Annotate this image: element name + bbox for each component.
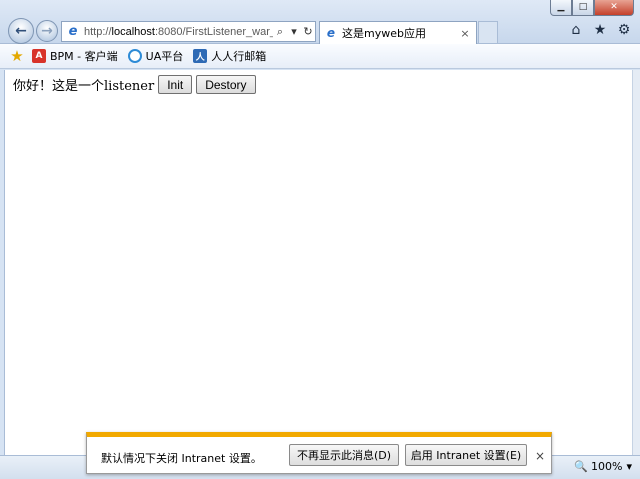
url-path: :8080/FirstListener_war_ex	[154, 25, 273, 38]
settings-gear-icon[interactable]: ⚙	[616, 22, 632, 38]
intranet-notification-bar: 默认情况下关闭 Intranet 设置。 不再显示此消息(D) 启用 Intra…	[86, 432, 552, 474]
listener-controls: 你好！这是一个listener Init Destory	[13, 75, 260, 94]
forward-button[interactable]: →	[36, 20, 58, 42]
tab-title: 这是myweb应用	[342, 27, 426, 40]
ie-favicon-icon: e	[68, 24, 78, 39]
browser-toolbar-icons: ⌂ ★ ⚙	[568, 22, 632, 38]
new-tab-button[interactable]	[478, 21, 498, 43]
destroy-button[interactable]: Destory	[196, 75, 256, 94]
back-button[interactable]: ←	[8, 18, 34, 44]
favorites-star-icon[interactable]: ★	[592, 22, 608, 38]
init-button[interactable]: Init	[158, 75, 193, 94]
ie-tab-favicon-icon: e	[326, 26, 336, 40]
address-url[interactable]: http://localhost:8080/FirstListener_war_…	[84, 26, 273, 38]
content-right-border	[632, 70, 640, 455]
address-bar[interactable]: e http://localhost:8080/FirstListener_wa…	[61, 21, 316, 42]
minimize-icon[interactable]: ▁	[550, 0, 572, 16]
zoom-control[interactable]: 🔍 100% ▾	[574, 460, 632, 473]
favorite-item-ua[interactable]: UA平台	[127, 48, 184, 64]
favorite-item-bpm[interactable]: A BPM - 客户端	[32, 48, 118, 64]
tab-close-icon[interactable]: ×	[458, 27, 472, 40]
page-content: 你好！这是一个listener Init Destory	[4, 70, 632, 455]
add-favorites-star-icon[interactable]: ★	[8, 47, 26, 65]
home-icon[interactable]: ⌂	[568, 22, 584, 38]
favorite-label: UA平台	[145, 50, 184, 63]
close-window-icon[interactable]: ✕	[594, 0, 634, 16]
favorite-item-renren[interactable]: 人 人人行邮箱	[193, 48, 266, 64]
favorites-bar: ★ A BPM - 客户端 UA平台 人 人人行邮箱	[0, 44, 640, 69]
mail-logo-icon: 人	[193, 49, 208, 63]
window-controls: ▁ □ ✕	[550, 0, 634, 17]
favorite-label: 人人行邮箱	[211, 50, 267, 63]
notification-message: 默认情况下关闭 Intranet 设置。	[101, 452, 262, 465]
notification-close-icon[interactable]: ×	[535, 449, 545, 463]
zoom-icon: 🔍	[574, 460, 589, 473]
tab-myweb[interactable]: e 这是myweb应用 ×	[319, 21, 477, 44]
browser-title-bar: ▁ □ ✕ ← → e http://localhost:8080/FirstL…	[0, 0, 640, 44]
refresh-icon[interactable]: ↻	[301, 25, 315, 38]
search-icon[interactable]: ⌕	[273, 25, 287, 39]
maximize-icon[interactable]: □	[572, 0, 594, 16]
bpm-logo-icon: A	[32, 49, 46, 63]
url-host: localhost	[111, 25, 155, 38]
address-dropdown-icon[interactable]: ▾	[287, 25, 301, 38]
greeting-text: 你好！这是一个listener	[13, 79, 155, 94]
zoom-dropdown-icon[interactable]: ▾	[626, 460, 632, 473]
favorite-label: BPM - 客户端	[50, 50, 118, 63]
url-prefix: http://	[84, 25, 112, 38]
ua-logo-icon	[127, 49, 142, 63]
enable-intranet-button[interactable]: 启用 Intranet 设置(E)	[405, 444, 527, 466]
dont-show-again-button[interactable]: 不再显示此消息(D)	[289, 444, 399, 466]
zoom-level: 100%	[591, 460, 623, 473]
